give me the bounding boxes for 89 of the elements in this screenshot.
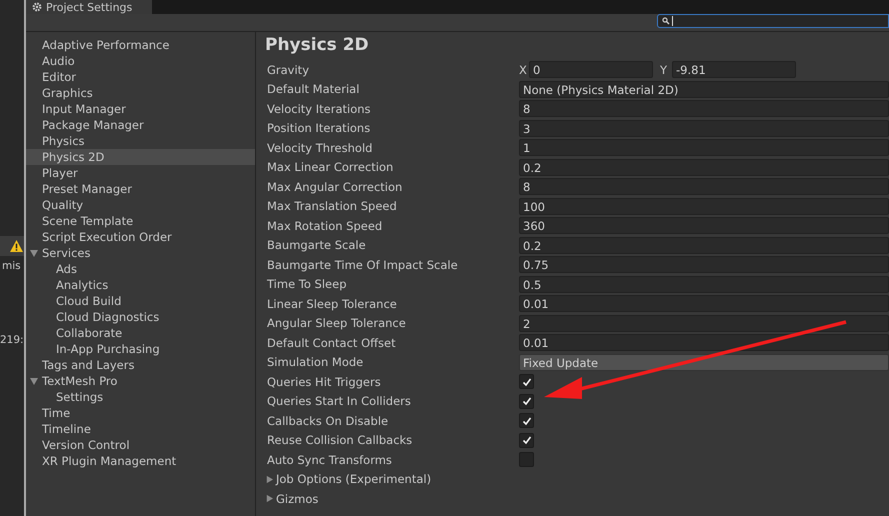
input-field[interactable]: 2	[519, 314, 889, 332]
property-label: Auto Sync Transforms	[267, 452, 393, 467]
axis-label: Y	[660, 62, 668, 77]
input-field[interactable]: 0	[529, 61, 653, 78]
property-label: Position Iterations	[267, 121, 372, 136]
property-label: Time To Sleep	[267, 277, 348, 292]
property-label: Default Contact Offset	[267, 336, 397, 350]
input-field[interactable]: 0.75	[519, 256, 889, 274]
sidebar-item[interactable]: Version Control	[26, 437, 255, 453]
input-field[interactable]: 0.5	[519, 276, 889, 293]
checkbox[interactable]	[519, 394, 534, 409]
input-field[interactable]: 1	[519, 139, 889, 156]
sidebar-item[interactable]: In-App Purchasing	[26, 341, 255, 357]
sidebar-item[interactable]: Analytics	[26, 277, 255, 293]
input-field[interactable]: 0.01	[519, 334, 889, 352]
input-field[interactable]: 360	[519, 217, 889, 234]
sidebar-item[interactable]: Quality	[26, 197, 255, 213]
sidebar-item[interactable]: Services	[26, 245, 255, 261]
input-field[interactable]: None (Physics Material 2D)	[519, 80, 889, 98]
sidebar-item[interactable]: Script Execution Order	[26, 229, 255, 245]
checkbox[interactable]	[519, 374, 534, 390]
property-label: Baumgarte Scale	[267, 238, 367, 252]
property-label: Max Translation Speed	[267, 199, 398, 214]
window-title: Project Settings	[46, 0, 132, 14]
sidebar-item[interactable]: Player	[26, 165, 255, 181]
sidebar-item[interactable]: Package Manager	[26, 117, 255, 133]
property-label: Velocity Threshold	[267, 140, 374, 155]
checkmark-icon	[522, 435, 532, 446]
property-label: Velocity Iterations	[267, 102, 372, 116]
search-field[interactable]	[657, 14, 889, 28]
input-field[interactable]: 3	[519, 120, 889, 137]
dropdown[interactable]: Fixed Update	[519, 354, 889, 371]
sidebar-item[interactable]: Settings	[26, 389, 255, 405]
input-field[interactable]: 8	[519, 178, 889, 196]
checkbox[interactable]	[519, 452, 534, 468]
property-label: Linear Sleep Tolerance	[267, 296, 398, 311]
console-text: mis	[1, 260, 21, 272]
property-label: Queries Hit Triggers	[267, 374, 382, 389]
checkbox[interactable]	[519, 432, 534, 448]
input-field[interactable]: 0.2	[519, 236, 889, 254]
property-label: Baumgarte Time Of Impact Scale	[267, 258, 459, 272]
sidebar-item[interactable]: Timeline	[26, 421, 255, 437]
panel-title: Physics 2D	[265, 34, 370, 57]
property-label: Simulation Mode	[267, 355, 364, 370]
sidebar-item[interactable]: Tags and Layers	[26, 357, 255, 373]
checkbox[interactable]	[519, 413, 534, 428]
sidebar-item[interactable]: Physics	[26, 133, 255, 149]
sidebar-item[interactable]: Collaborate	[26, 325, 255, 341]
gear-icon	[32, 2, 42, 12]
property-label: Max Angular Correction	[267, 180, 404, 194]
sidebar-item[interactable]: Graphics	[26, 85, 255, 101]
sidebar-item[interactable]: TextMesh Pro	[26, 373, 255, 389]
input-field[interactable]: 8	[519, 100, 889, 118]
input-field[interactable]: 0.2	[519, 158, 889, 176]
sidebar-item[interactable]: Cloud Build	[26, 293, 255, 309]
sidebar-item[interactable]: Adaptive Performance	[26, 37, 255, 53]
property-label: Queries Start In Colliders	[267, 394, 412, 408]
sidebar-item[interactable]: Scene Template	[26, 213, 255, 229]
property-label: Max Rotation Speed	[267, 218, 384, 233]
window-tab[interactable]: Project Settings	[26, 0, 152, 14]
checkmark-icon	[522, 416, 532, 426]
sidebar-item[interactable]: Cloud Diagnostics	[26, 309, 255, 325]
warning-icon	[10, 240, 23, 252]
property-label: Callbacks On Disable	[267, 414, 390, 428]
input-field[interactable]: 0.01	[519, 295, 889, 312]
axis-label: X	[519, 62, 528, 77]
search-icon	[662, 17, 670, 25]
sidebar-item[interactable]: Ads	[26, 261, 255, 277]
sidebar-item[interactable]: Physics 2D	[26, 149, 255, 165]
sidebar-item[interactable]: Preset Manager	[26, 181, 255, 197]
property-label: Gravity	[267, 62, 310, 77]
checkmark-icon	[522, 376, 532, 387]
expand-triangle-icon[interactable]	[29, 248, 39, 258]
sidebar-item[interactable]: Editor	[26, 69, 255, 85]
console-text: 219:	[0, 334, 24, 346]
property-label: Max Linear Correction	[267, 160, 394, 174]
input-field[interactable]: -9.81	[672, 61, 796, 78]
foldout-header[interactable]: Gizmos	[265, 492, 318, 506]
foldout-header[interactable]: Job Options (Experimental)	[265, 472, 432, 486]
property-label: Reuse Collision Callbacks	[267, 433, 414, 448]
sidebar-item[interactable]: Audio	[26, 53, 255, 69]
sidebar-item[interactable]: Time	[26, 405, 255, 421]
sidebar-item[interactable]: XR Plugin Management	[26, 453, 255, 469]
input-field[interactable]: 100	[519, 198, 889, 215]
property-label: Default Material	[267, 82, 360, 96]
property-label: Angular Sleep Tolerance	[267, 316, 407, 330]
sidebar-item[interactable]: Input Manager	[26, 101, 255, 117]
expand-triangle-icon[interactable]	[29, 376, 39, 386]
checkmark-icon	[522, 396, 532, 406]
